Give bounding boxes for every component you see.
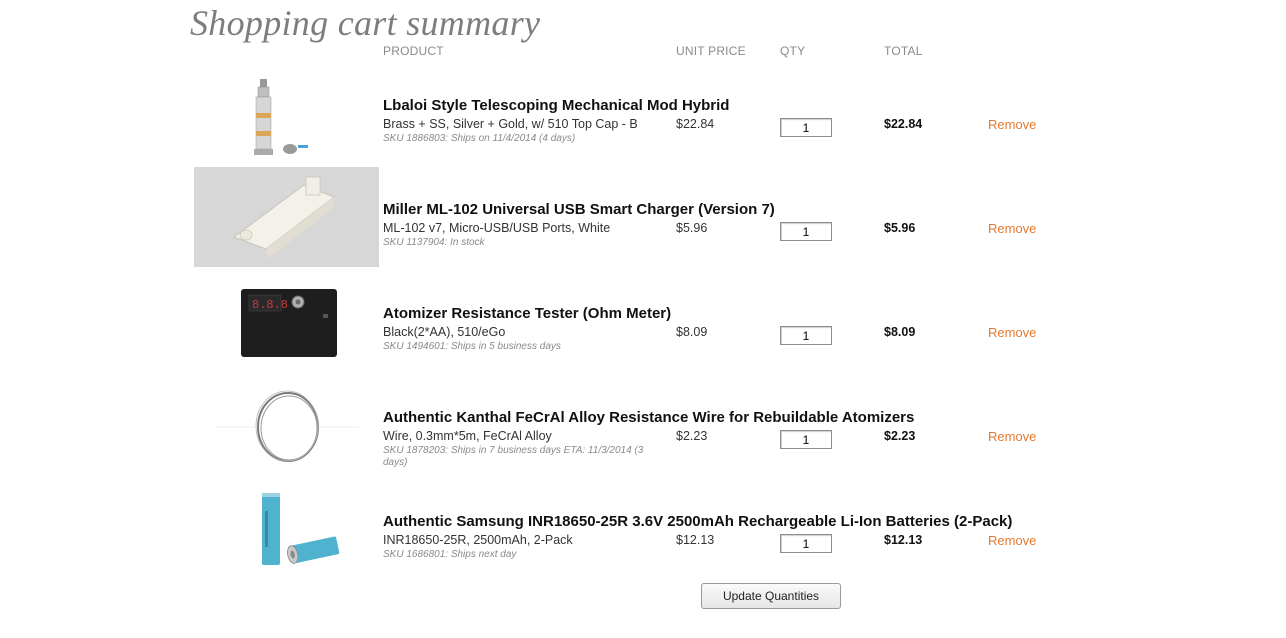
usb-charger-image[interactable] xyxy=(194,167,379,267)
product-sku: SKU 1886803: Ships on 11/4/2014 (4 days) xyxy=(383,133,576,144)
page-title: Shopping cart summary xyxy=(190,3,541,43)
remove-link[interactable]: Remove xyxy=(988,221,1036,236)
column-header-product: PRODUCT xyxy=(383,44,444,58)
quantity-input[interactable] xyxy=(780,326,832,345)
column-header-unit-price: UNIT PRICE xyxy=(676,44,746,58)
unit-price: $5.96 xyxy=(676,221,708,235)
unit-price: $8.09 xyxy=(676,325,708,339)
ohm-meter-image[interactable]: 8.8.8 xyxy=(194,283,379,383)
line-total: $5.96 xyxy=(884,221,916,235)
line-total: $8.09 xyxy=(884,325,916,339)
update-quantities-button[interactable]: Update Quantities xyxy=(701,583,841,609)
product-variant: ML-102 v7, Micro-USB/USB Ports, White xyxy=(383,221,611,235)
remove-link[interactable]: Remove xyxy=(988,117,1036,132)
product-variant: INR18650-25R, 2500mAh, 2-Pack xyxy=(383,533,573,547)
quantity-input[interactable] xyxy=(780,118,832,137)
cart-row: 8.8.8 Atomizer Resistance Tester (Ohm Me… xyxy=(0,283,1286,387)
column-header-qty: QTY xyxy=(780,44,806,58)
product-name[interactable]: Miller ML-102 Universal USB Smart Charge… xyxy=(383,201,775,218)
product-variant: Black(2*AA), 510/eGo xyxy=(383,325,506,339)
unit-price: $2.23 xyxy=(676,429,708,443)
battery-image[interactable] xyxy=(194,491,379,591)
product-name[interactable]: Atomizer Resistance Tester (Ohm Meter) xyxy=(383,305,671,322)
product-name[interactable]: Lbaloi Style Telescoping Mechanical Mod … xyxy=(383,97,729,114)
product-name[interactable]: Authentic Samsung INR18650-25R 3.6V 2500… xyxy=(383,513,1012,530)
cart-row: Miller ML-102 Universal USB Smart Charge… xyxy=(0,167,1286,283)
line-total: $12.13 xyxy=(884,533,923,547)
cart-row: Authentic Samsung INR18650-25R 3.6V 2500… xyxy=(0,491,1286,595)
remove-link[interactable]: Remove xyxy=(988,325,1036,340)
product-sku: SKU 1494601: Ships in 5 business days xyxy=(383,341,561,352)
cart-row: Lbaloi Style Telescoping Mechanical Mod … xyxy=(0,75,1286,179)
line-total: $22.84 xyxy=(884,117,923,131)
product-sku: SKU 1686801: Ships next day xyxy=(383,549,517,560)
quantity-input[interactable] xyxy=(780,534,832,553)
unit-price: $12.13 xyxy=(676,533,715,547)
quantity-input[interactable] xyxy=(780,430,832,449)
product-variant: Brass + SS, Silver + Gold, w/ 510 Top Ca… xyxy=(383,117,638,131)
quantity-input[interactable] xyxy=(780,222,832,241)
column-header-total: TOTAL xyxy=(884,44,923,58)
product-sku: SKU 1137904: In stock xyxy=(383,237,485,248)
line-total: $2.23 xyxy=(884,429,916,443)
product-sku: SKU 1878203: Ships in 7 business days ET… xyxy=(383,445,644,468)
product-name[interactable]: Authentic Kanthal FeCrAl Alloy Resistanc… xyxy=(383,409,914,426)
remove-link[interactable]: Remove xyxy=(988,429,1036,444)
remove-link[interactable]: Remove xyxy=(988,533,1036,548)
unit-price: $22.84 xyxy=(676,117,715,131)
cart-row: Authentic Kanthal FeCrAl Alloy Resistanc… xyxy=(0,387,1286,491)
svg-text:8.8.8: 8.8.8 xyxy=(252,298,288,312)
product-variant: Wire, 0.3mm*5m, FeCrAl Alloy xyxy=(383,429,552,443)
wire-coil-image[interactable] xyxy=(194,387,379,487)
mechanical-mod-image[interactable] xyxy=(194,75,379,175)
